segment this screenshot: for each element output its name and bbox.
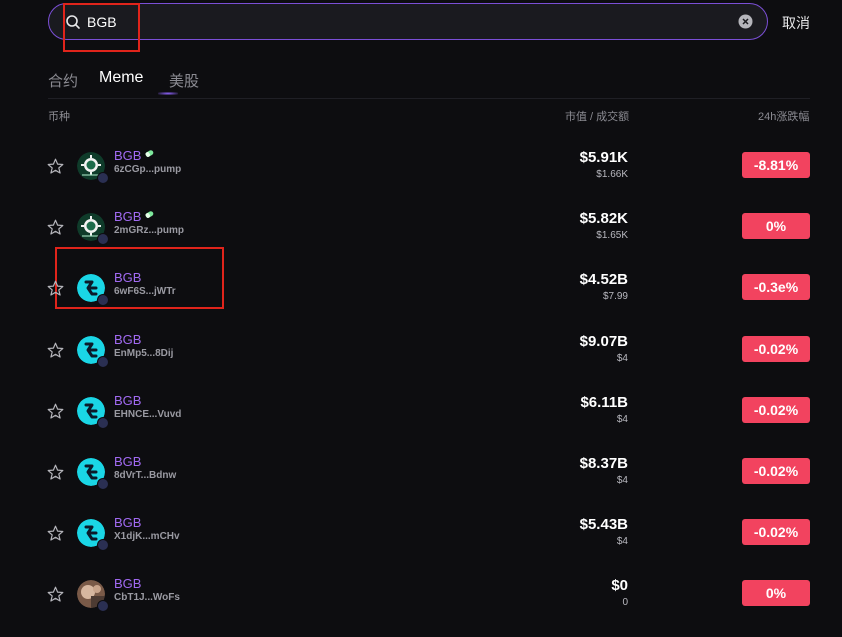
market-cap: $6.11B bbox=[580, 394, 628, 411]
search-input[interactable] bbox=[87, 12, 387, 32]
coin-name: BGB bbox=[114, 148, 142, 163]
coin-address: 2mGRz...pump bbox=[114, 225, 185, 236]
star-icon[interactable] bbox=[47, 586, 64, 603]
volume: $1.65K bbox=[596, 230, 628, 241]
change-badge: -0.02% bbox=[742, 458, 810, 484]
star-icon[interactable] bbox=[47, 158, 64, 175]
change-badge: -0.02% bbox=[742, 336, 810, 362]
market-cap: $5.43B bbox=[579, 516, 628, 533]
change-badge: -0.02% bbox=[742, 397, 810, 423]
tab-divider bbox=[48, 98, 810, 99]
coin-row[interactable]: BGB 8dVrT...Bdnw $8.37B $4 -0.02% bbox=[0, 454, 842, 515]
market-cap: $5.82K bbox=[579, 210, 628, 227]
market-cap: $5.91K bbox=[579, 149, 628, 166]
volume: $4 bbox=[616, 414, 628, 425]
star-icon[interactable] bbox=[47, 403, 64, 420]
volume: 0 bbox=[622, 597, 628, 608]
star-icon[interactable] bbox=[47, 525, 64, 542]
coin-name: BGB bbox=[114, 393, 142, 408]
header-mcap-volume: 市值 / 成交额 bbox=[565, 111, 630, 123]
header-coin: 币种 bbox=[48, 111, 70, 123]
coin-address: 8dVrT...Bdnw bbox=[114, 470, 177, 481]
chain-badge-icon bbox=[97, 294, 109, 306]
volume: $1.66K bbox=[596, 169, 628, 180]
coin-address: 6zCGp...pump bbox=[114, 164, 182, 175]
coin-row[interactable]: BGB 6wF6S...jWTr $4.52B $7.99 -0.3e% bbox=[0, 270, 842, 331]
coin-row[interactable]: BGB EnMp5...8Dij $9.07B $4 -0.02% bbox=[0, 332, 842, 393]
coin-address: EnMp5...8Dij bbox=[114, 348, 174, 359]
chain-badge-icon bbox=[97, 539, 109, 551]
search-icon bbox=[66, 15, 80, 29]
star-icon[interactable] bbox=[47, 342, 64, 359]
coin-address: 6wF6S...jWTr bbox=[114, 286, 176, 297]
tab-us-stocks[interactable]: 美股 bbox=[169, 70, 199, 91]
coin-name: BGB bbox=[114, 209, 142, 224]
volume: $4 bbox=[616, 475, 628, 486]
volume: $4 bbox=[616, 353, 628, 364]
change-badge: -0.02% bbox=[742, 519, 810, 545]
coin-name: BGB bbox=[114, 515, 142, 530]
search-bar[interactable] bbox=[48, 3, 768, 40]
chain-badge-icon bbox=[97, 233, 109, 245]
coin-name: BGB bbox=[114, 454, 142, 469]
cancel-button[interactable]: 取消 bbox=[782, 13, 810, 33]
coin-row[interactable]: BGB 6zCGp...pump $5.91K $1.66K -8.81% bbox=[0, 148, 842, 209]
market-cap: $8.37B bbox=[579, 455, 628, 472]
chain-badge-icon bbox=[97, 478, 109, 490]
coin-name: BGB bbox=[114, 332, 142, 347]
star-icon[interactable] bbox=[47, 464, 64, 481]
volume: $7.99 bbox=[602, 291, 628, 302]
chain-badge-icon bbox=[97, 600, 109, 612]
coin-row[interactable]: BGB 2mGRz...pump $5.82K $1.65K 0% bbox=[0, 209, 842, 270]
change-badge: -8.81% bbox=[742, 152, 810, 178]
coin-address: X1djK...mCHv bbox=[114, 531, 180, 542]
chain-badge-icon bbox=[97, 417, 109, 429]
chain-badge-icon bbox=[97, 356, 109, 368]
pill-icon bbox=[145, 211, 154, 218]
tab-meme[interactable]: Meme bbox=[99, 69, 143, 87]
star-icon[interactable] bbox=[47, 219, 64, 236]
header-change: 24h涨跌幅 bbox=[758, 111, 810, 123]
star-icon[interactable] bbox=[47, 280, 64, 297]
pill-icon bbox=[145, 150, 154, 157]
coin-name: BGB bbox=[114, 576, 142, 591]
volume: $4 bbox=[616, 536, 628, 547]
coin-row[interactable]: BGB EHNCE...Vuvd $6.11B $4 -0.02% bbox=[0, 393, 842, 454]
active-tab-indicator bbox=[158, 92, 178, 95]
market-cap: $9.07B bbox=[579, 333, 628, 350]
chain-badge-icon bbox=[97, 172, 109, 184]
tab-contracts[interactable]: 合约 bbox=[48, 70, 78, 91]
market-cap: $0 bbox=[611, 577, 628, 594]
change-badge: -0.3e% bbox=[742, 274, 810, 300]
change-badge: 0% bbox=[742, 213, 810, 239]
coin-name: BGB bbox=[114, 270, 142, 285]
clear-search-icon[interactable] bbox=[738, 14, 753, 29]
coin-address: EHNCE...Vuvd bbox=[114, 409, 182, 420]
coin-row[interactable]: BGB X1djK...mCHv $5.43B $4 -0.02% bbox=[0, 515, 842, 576]
coin-row[interactable]: BGB CbT1J...WoFs $0 0 0% bbox=[0, 576, 842, 637]
market-cap: $4.52B bbox=[579, 271, 628, 288]
change-badge: 0% bbox=[742, 580, 810, 606]
coin-address: CbT1J...WoFs bbox=[114, 592, 180, 603]
